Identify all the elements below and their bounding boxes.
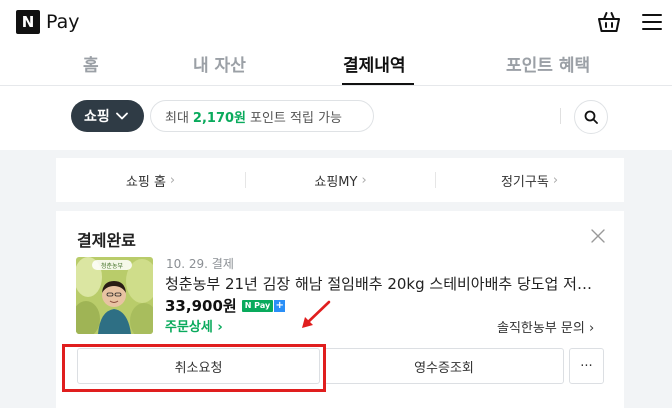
nav-shopping-home-label: 쇼핑 홈 <box>125 174 166 190</box>
plus-icon: + <box>274 299 286 312</box>
main-tabs: 홈 내 자산 결제내역 포인트 혜택 <box>0 44 672 86</box>
category-label: 쇼핑 <box>84 109 110 125</box>
tab-home[interactable]: 홈 <box>83 51 99 76</box>
points-prefix: 최대 <box>165 110 189 126</box>
nav-subscription-label: 정기구독 <box>500 174 549 190</box>
tab-point-benefits[interactable]: 포인트 혜택 <box>506 51 590 76</box>
more-options-button[interactable]: ··· <box>569 348 604 384</box>
nav-shopping-my-label: 쇼핑MY <box>314 174 358 190</box>
receipt-view-button[interactable]: 영수증조회 <box>324 348 564 384</box>
search-button[interactable] <box>574 100 608 134</box>
chevron-down-icon <box>115 112 128 120</box>
logo-letter: N <box>16 10 40 34</box>
logo-text: Pay <box>46 11 80 33</box>
highlight-box <box>62 344 326 392</box>
product-thumbnail[interactable]: 청춘농부 <box>76 257 153 334</box>
naver-pay-logo[interactable]: N Pay <box>16 10 80 34</box>
divider <box>560 108 561 124</box>
product-image: 청춘농부 <box>76 257 153 334</box>
npay-badge: N Pay + <box>241 299 286 312</box>
chevron-right-icon: › <box>361 172 367 188</box>
annotation-arrow-icon <box>302 300 331 328</box>
nav-shopping-home[interactable]: 쇼핑 홈 › <box>56 158 245 202</box>
npay-badge-label: N Pay <box>241 299 274 312</box>
chevron-right-icon: › <box>169 172 176 188</box>
payment-date: 10. 29. 결제 <box>166 257 234 271</box>
tab-my-assets[interactable]: 내 자산 <box>193 51 246 76</box>
chevron-right-icon: › <box>589 321 595 336</box>
filter-bar: 쇼핑 최대 2,170원 포인트 적립 가능 <box>0 86 672 150</box>
product-name[interactable]: 청춘농부 21년 김장 해남 절임배추 20kg 스테비아배추 당도업 저장… <box>165 273 605 294</box>
seller-inquiry-link[interactable]: 솔직한농부 문의 › <box>497 317 594 336</box>
chevron-right-icon: › <box>552 172 559 188</box>
cart-icon[interactable] <box>596 9 622 35</box>
category-dropdown[interactable]: 쇼핑 <box>71 100 144 132</box>
order-detail-label: 주문상세 <box>165 320 213 335</box>
tab-payment-history[interactable]: 결제내역 <box>343 51 406 76</box>
nav-subscription[interactable]: 정기구독 › <box>435 158 624 202</box>
thumbnail-caption: 청춘농부 <box>101 262 124 270</box>
points-suffix: 포인트 적립 가능 <box>250 110 343 126</box>
points-amount: 2,170원 <box>192 110 247 126</box>
top-bar: N Pay <box>0 0 672 44</box>
order-status: 결제완료 <box>77 231 136 250</box>
close-icon[interactable] <box>590 228 606 244</box>
seller-inquiry-label: 솔직한농부 문의 <box>497 321 585 336</box>
hamburger-menu-icon[interactable] <box>640 10 664 34</box>
points-info-pill[interactable]: 최대 2,170원 포인트 적립 가능 <box>150 100 374 132</box>
shopping-nav-links: 쇼핑 홈 › 쇼핑MY › 정기구독 › <box>56 158 624 202</box>
order-detail-link[interactable]: 주문상세 › <box>165 316 223 335</box>
chevron-right-icon: › <box>217 320 223 335</box>
active-tab-indicator <box>342 83 414 85</box>
product-price: 33,900원 <box>165 297 237 315</box>
nav-shopping-my[interactable]: 쇼핑MY › <box>246 158 435 202</box>
search-icon <box>584 110 598 124</box>
price-row: 33,900원 N Pay + <box>165 295 286 316</box>
